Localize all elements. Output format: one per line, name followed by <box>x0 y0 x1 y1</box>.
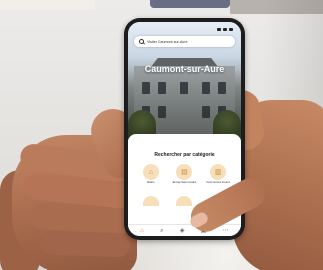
bottom-nav: ⌂ ⌕ ◈ ▣ ⋯ <box>128 224 241 236</box>
category-icon <box>142 196 159 206</box>
background-object <box>150 0 230 8</box>
category-item[interactable] <box>134 196 168 206</box>
category-label: Mairie <box>147 180 155 184</box>
category-item-entreprises[interactable]: ▤ Entreprises locales <box>168 164 202 188</box>
search-icon[interactable]: ⌕ <box>160 228 163 234</box>
section-title: Rechercher par catégorie <box>154 152 215 158</box>
shop-icon: ▤ <box>176 164 193 180</box>
background-wall <box>0 0 95 10</box>
status-bar <box>136 25 233 33</box>
category-label: Entreprises locales <box>172 180 197 184</box>
category-item-commerces[interactable]: ▥ Commerces locaux <box>201 164 235 188</box>
status-icons <box>217 27 233 31</box>
map-icon[interactable]: ◈ <box>180 228 185 234</box>
search-bar[interactable]: Visiter Caumont-sur-Aure <box>134 36 235 47</box>
category-item-mairie[interactable]: ⌂ Mairie <box>134 164 168 188</box>
home-icon[interactable]: ⌂ <box>140 228 144 234</box>
category-icon <box>176 196 193 206</box>
search-icon <box>139 39 144 44</box>
left-finger <box>39 230 131 258</box>
category-grid: ⌂ Mairie ▤ Entreprises locales ▥ Commerc… <box>134 164 235 188</box>
category-label: Commerces locaux <box>206 180 231 184</box>
menu-icon[interactable]: ⋯ <box>223 228 229 234</box>
search-input[interactable]: Visiter Caumont-sur-Aure <box>147 40 187 44</box>
store-icon: ▥ <box>210 164 227 180</box>
city-title: Caumont-sur-Aure <box>144 64 225 74</box>
building-icon: ⌂ <box>142 164 159 180</box>
